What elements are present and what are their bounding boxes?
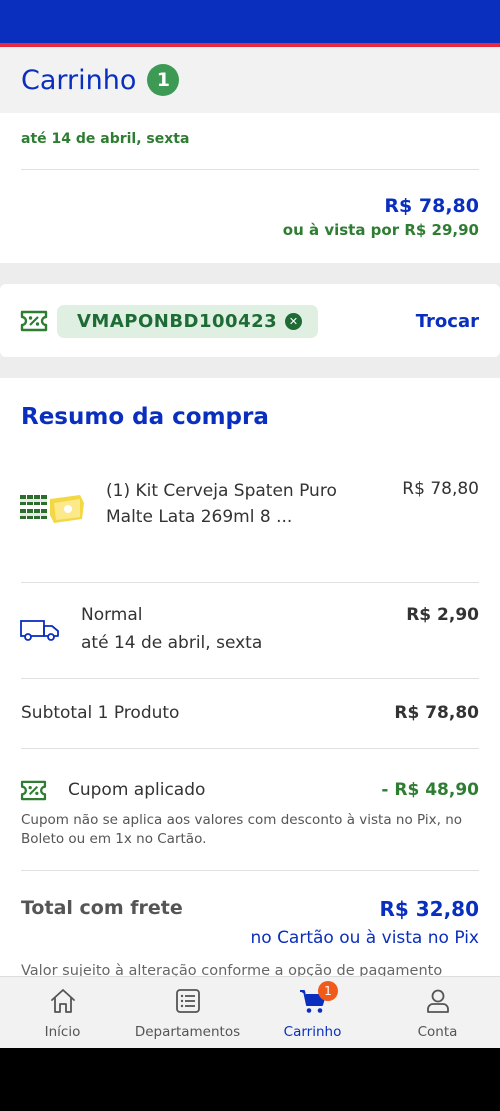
product-name[interactable]: (1) Kit Cerveja Spaten Puro Malte Lata 2… bbox=[106, 478, 366, 530]
coupon-icon bbox=[20, 780, 47, 801]
total-disclaimer: Valor sujeito à alteração conforme a opç… bbox=[21, 963, 443, 976]
nav-label: Departamentos bbox=[134, 1024, 241, 1040]
page-title: Carrinho bbox=[21, 64, 137, 96]
shipping-type: Normal bbox=[81, 605, 143, 625]
cart-price: R$ 78,80 bbox=[384, 195, 479, 217]
home-icon bbox=[50, 989, 75, 1013]
total-value: R$ 32,80 bbox=[379, 897, 479, 921]
page-header: Carrinho 1 bbox=[0, 47, 500, 113]
coupon-discount-value: - R$ 48,90 bbox=[381, 780, 479, 800]
cart-count-badge: 1 bbox=[147, 64, 180, 96]
nav-label: Conta bbox=[417, 1024, 458, 1040]
truck-icon bbox=[20, 620, 59, 641]
nav-label: Carrinho bbox=[283, 1024, 342, 1040]
nav-item-carrinho[interactable]: 1 Carrinho bbox=[250, 977, 375, 1048]
coupon-chip: VMAPONBD100423 ✕ bbox=[57, 305, 318, 338]
bottom-nav: Início Departamentos 1 Carrinho Conta bbox=[0, 976, 500, 1048]
purchase-summary: Resumo da compra (1) Kit Cerveja Spaten … bbox=[0, 378, 500, 976]
divider bbox=[21, 678, 479, 679]
system-nav-bar bbox=[0, 1048, 500, 1111]
list-icon bbox=[175, 989, 200, 1013]
divider bbox=[21, 582, 479, 583]
subtotal-value: R$ 78,80 bbox=[394, 703, 479, 723]
delivery-date: até 14 de abril, sexta bbox=[21, 131, 190, 147]
summary-heading: Resumo da compra bbox=[21, 404, 269, 430]
pix-price: ou à vista por R$ 29,90 bbox=[282, 221, 479, 239]
product-image bbox=[20, 495, 84, 523]
divider bbox=[21, 748, 479, 749]
user-icon bbox=[426, 989, 449, 1013]
total-label: Total com frete bbox=[21, 897, 183, 919]
nav-item-inicio[interactable]: Início bbox=[0, 977, 125, 1048]
product-price: R$ 78,80 bbox=[402, 479, 479, 499]
divider bbox=[21, 169, 479, 170]
total-payment-note: no Cartão ou à vista no Pix bbox=[250, 928, 479, 948]
nav-label: Início bbox=[44, 1024, 81, 1040]
close-icon[interactable]: ✕ bbox=[285, 313, 302, 330]
coupon-icon bbox=[20, 310, 48, 332]
subtotal-label: Subtotal 1 Produto bbox=[21, 703, 180, 723]
divider bbox=[21, 870, 479, 871]
shipping-price: R$ 2,90 bbox=[406, 605, 479, 625]
coupon-applied-label: Cupom aplicado bbox=[68, 780, 206, 800]
nav-item-departamentos[interactable]: Departamentos bbox=[125, 977, 250, 1048]
coupon-code: VMAPONBD100423 bbox=[77, 311, 278, 332]
top-bar bbox=[0, 0, 500, 47]
nav-item-conta[interactable]: Conta bbox=[375, 977, 500, 1048]
delivery-card: até 14 de abril, sexta R$ 78,80 ou à vis… bbox=[0, 113, 500, 263]
cart-badge: 1 bbox=[318, 981, 338, 1001]
shipping-date: até 14 de abril, sexta bbox=[81, 633, 263, 653]
coupon-note: Cupom não se aplica aos valores com desc… bbox=[21, 812, 463, 847]
change-coupon-link[interactable]: Trocar bbox=[416, 311, 479, 332]
